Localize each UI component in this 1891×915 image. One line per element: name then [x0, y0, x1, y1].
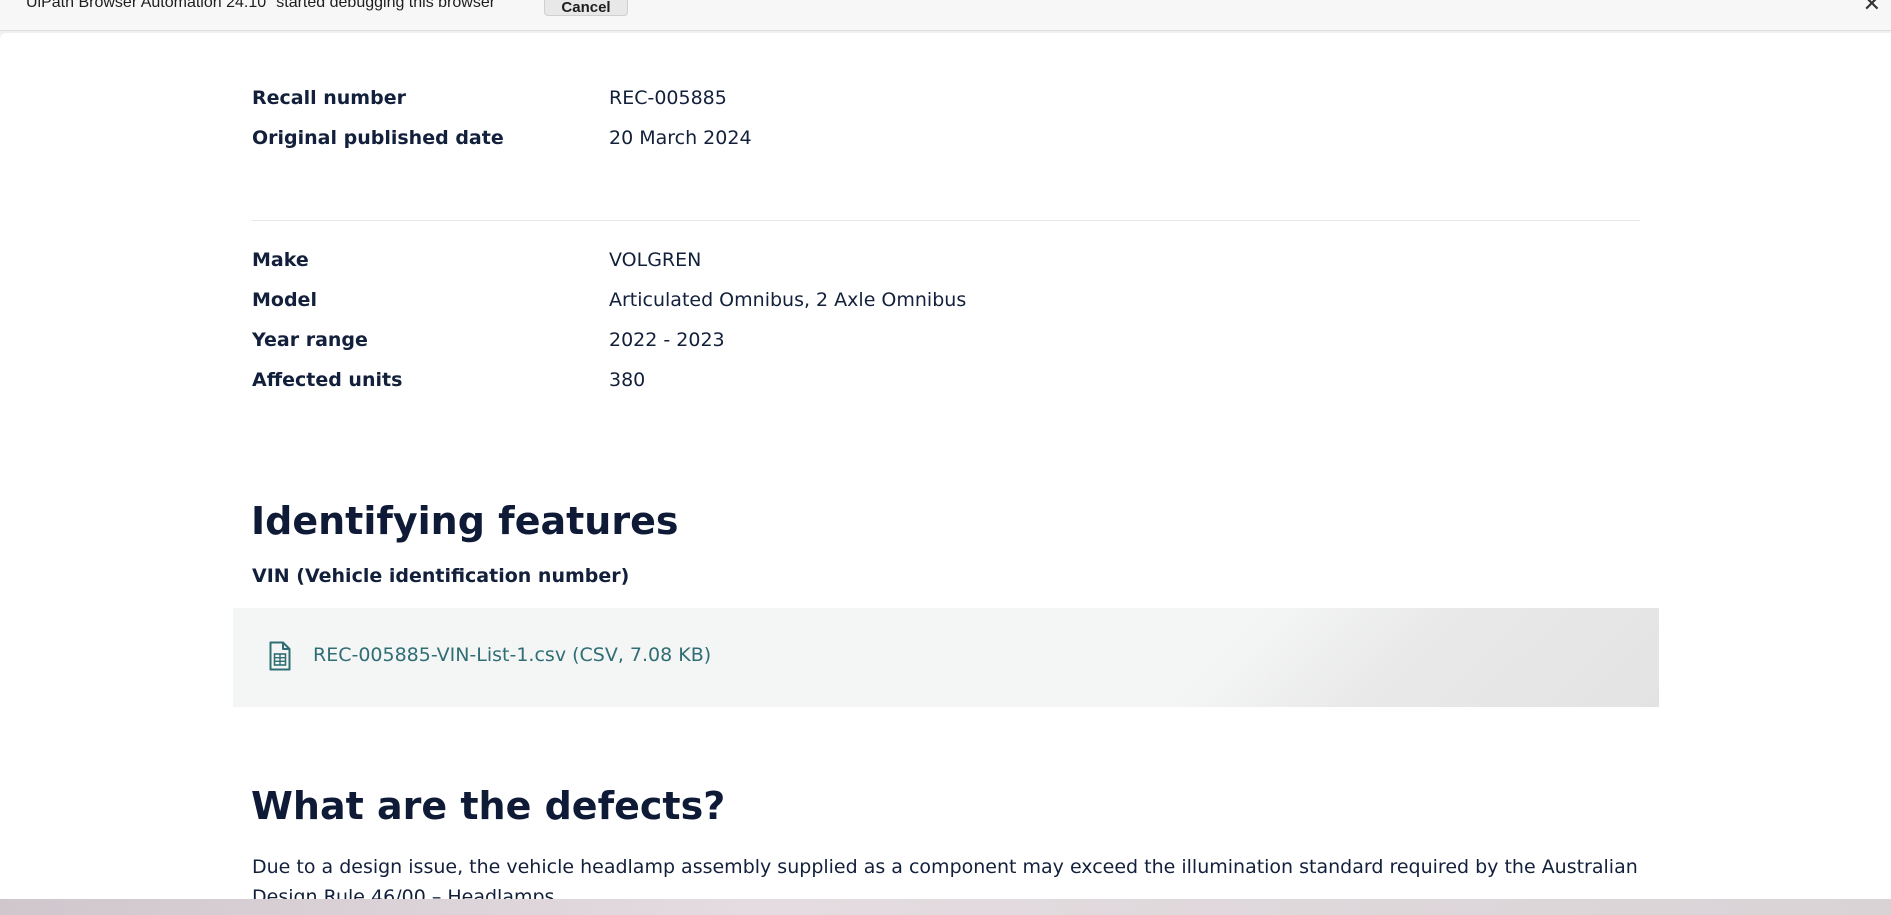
affected-units-label: Affected units — [252, 369, 403, 391]
affected-units-value: 380 — [609, 369, 646, 391]
cancel-debugging-button[interactable]: Cancel — [544, 0, 628, 16]
year-range-label: Year range — [252, 329, 368, 351]
debug-infobar: UiPath Browser Automation 24.10" started… — [0, 0, 1891, 31]
model-label: Model — [252, 289, 317, 311]
taskbar — [0, 899, 1891, 915]
model-value: Articulated Omnibus, 2 Axle Omnibus — [609, 289, 967, 311]
make-value: VOLGREN — [609, 249, 702, 271]
section-divider — [252, 220, 1640, 221]
make-label: Make — [252, 249, 309, 271]
identifying-features-heading: Identifying features — [251, 499, 679, 543]
vin-file-download: REC-005885-VIN-List-1.csv (CSV, 7.08 KB) — [233, 608, 1659, 707]
infobar-message: UiPath Browser Automation 24.10" started… — [26, 0, 496, 11]
defects-description: Due to a design issue, the vehicle headl… — [252, 856, 1638, 899]
csv-file-icon — [269, 641, 291, 671]
defects-heading: What are the defects? — [251, 784, 726, 828]
recall-page: Recall number REC-005885 Original publis… — [0, 33, 1891, 899]
published-date-label: Original published date — [252, 127, 504, 149]
vin-list-file-link[interactable]: REC-005885-VIN-List-1.csv (CSV, 7.08 KB) — [313, 644, 711, 666]
recall-number-value: REC-005885 — [609, 87, 727, 109]
published-date-value: 20 March 2024 — [609, 127, 752, 149]
year-range-value: 2022 - 2023 — [609, 329, 725, 351]
recall-number-label: Recall number — [252, 87, 406, 109]
close-icon[interactable]: ✕ — [1863, 0, 1881, 17]
vin-subheading: VIN (Vehicle identification number) — [252, 565, 630, 587]
